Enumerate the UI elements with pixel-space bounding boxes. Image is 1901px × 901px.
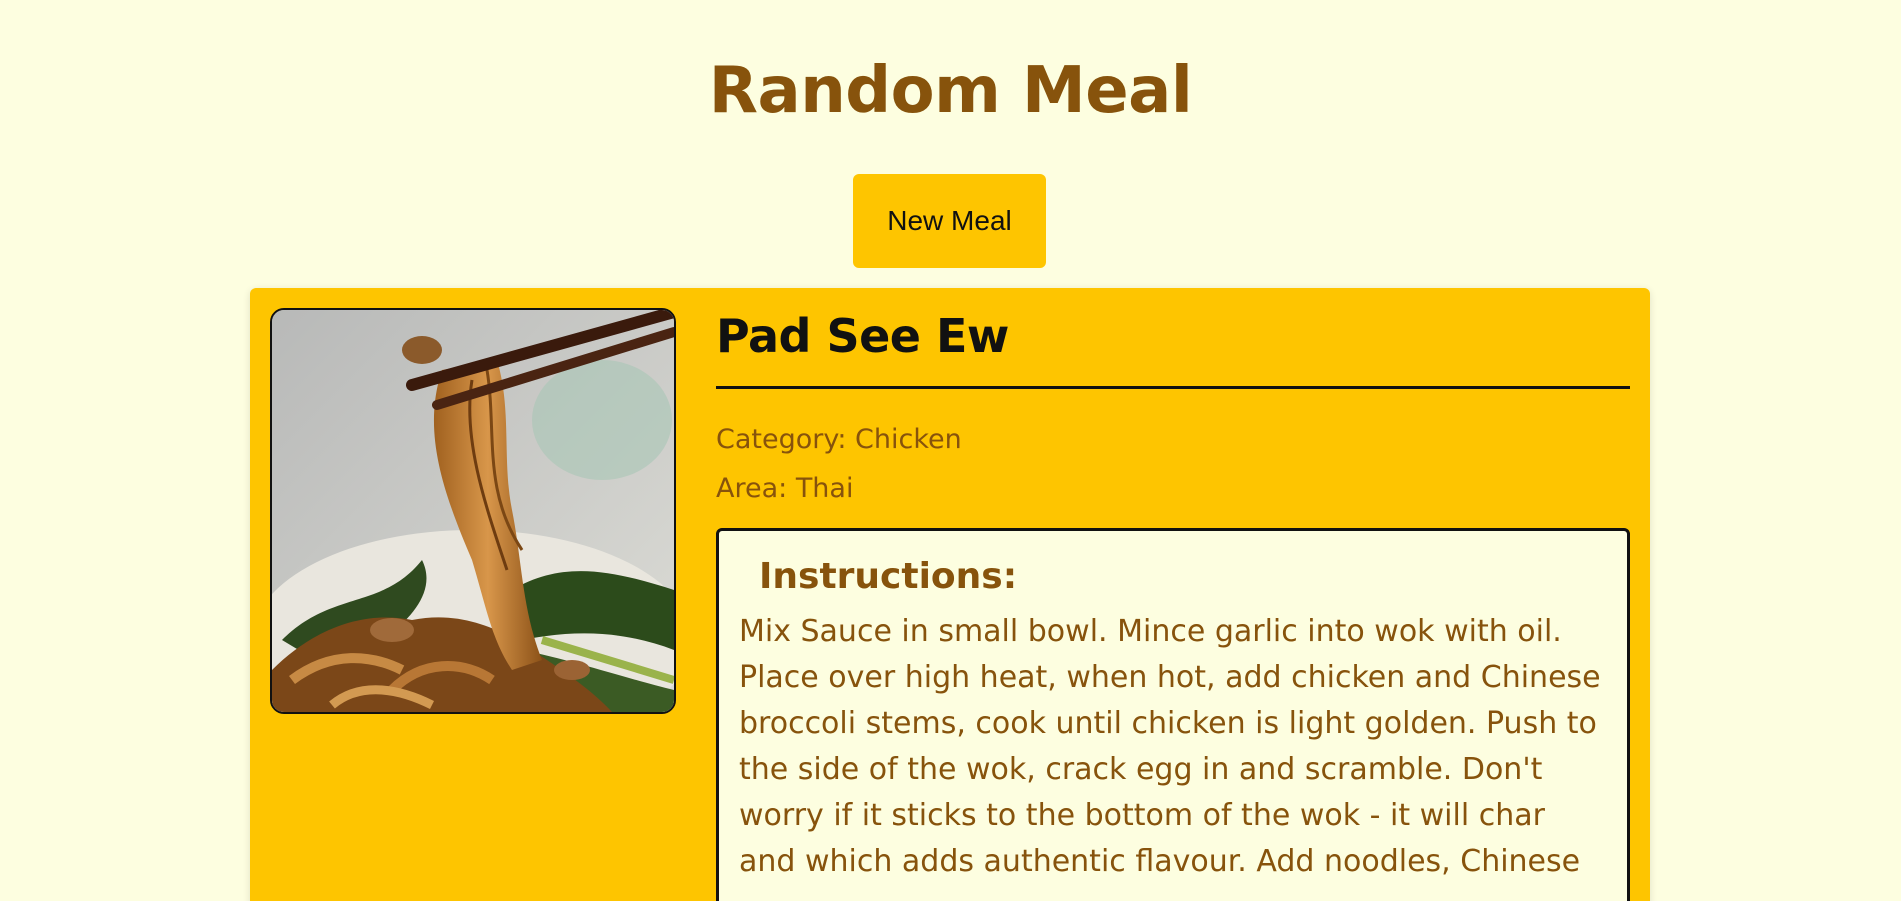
meal-name: Pad See Ew: [716, 308, 1630, 389]
new-meal-button[interactable]: New Meal: [853, 174, 1046, 268]
instructions-heading: Instructions:: [759, 556, 1018, 597]
meal-category: Category: Chicken: [716, 424, 962, 455]
meal-image: [270, 308, 676, 714]
meal-photo: [272, 310, 674, 712]
instructions-box: Instructions: Mix Sauce in small bowl. M…: [716, 528, 1630, 901]
meal-info: Pad See Ew Category: Chicken Area: Thai …: [716, 308, 1630, 901]
meal-area: Area: Thai: [716, 473, 854, 504]
page: Random Meal New Meal Pad See Ew Category…: [0, 0, 1901, 901]
page-title: Random Meal: [708, 54, 1193, 128]
meal-card: Pad See Ew Category: Chicken Area: Thai …: [250, 288, 1650, 901]
instructions-text: Mix Sauce in small bowl. Mince garlic in…: [739, 614, 1601, 879]
